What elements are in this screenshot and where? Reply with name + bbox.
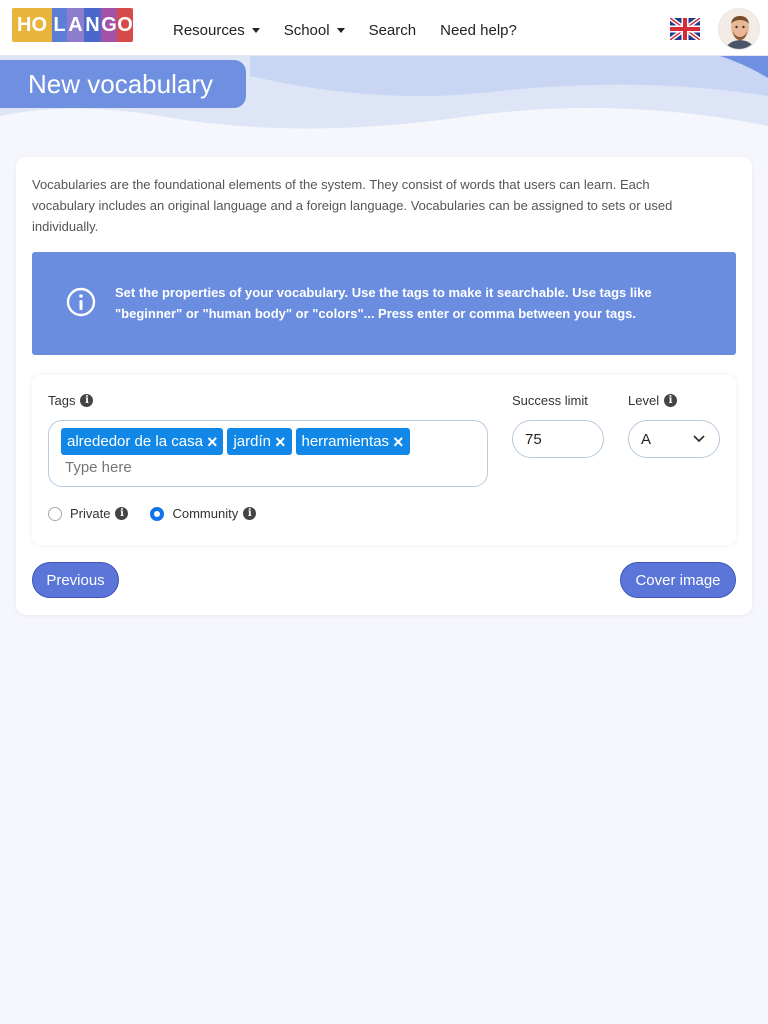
- level-select[interactable]: A: [628, 420, 720, 458]
- info-icon[interactable]: i: [80, 394, 94, 407]
- info-alert: Set the properties of your vocabulary. U…: [32, 252, 736, 355]
- nav-need-help-label: Need help?: [440, 22, 517, 39]
- logo-part-2: L: [52, 8, 67, 42]
- nav-search-label: Search: [368, 22, 417, 39]
- radio-community[interactable]: Community i: [150, 506, 257, 521]
- nav-resources[interactable]: Resources: [173, 22, 260, 39]
- tag-chip-label: jardín: [233, 433, 271, 450]
- holango-logo[interactable]: HO L A N G O: [12, 8, 133, 42]
- main-nav: Resources School Search Need help?: [173, 22, 541, 39]
- vocabulary-card: Vocabularies are the foundational elemen…: [16, 157, 752, 615]
- radio-private[interactable]: Private i: [48, 506, 129, 521]
- user-avatar[interactable]: [718, 8, 760, 50]
- logo-part-5: G: [101, 8, 117, 42]
- vocabulary-properties-form: Tags i alrededor de la casa × jardín × h…: [32, 375, 736, 545]
- cover-image-button[interactable]: Cover image: [620, 562, 736, 598]
- success-limit-label-row: Success limit: [512, 393, 588, 408]
- tag-chip-label: alrededor de la casa: [67, 433, 203, 450]
- chevron-down-icon: [693, 435, 705, 443]
- info-circle-icon: [66, 287, 96, 317]
- info-icon[interactable]: i: [243, 507, 257, 520]
- remove-tag-icon[interactable]: ×: [207, 433, 218, 451]
- tag-text-input[interactable]: [65, 459, 365, 476]
- radio-community-circle[interactable]: [150, 506, 165, 521]
- success-limit-input[interactable]: 75: [512, 420, 604, 458]
- level-selected-value: A: [641, 430, 652, 448]
- caret-down-icon: [336, 28, 345, 33]
- logo-part-1: HO: [12, 8, 52, 42]
- previous-button[interactable]: Previous: [32, 562, 119, 598]
- top-navbar: HO L A N G O Resources School Search Nee…: [0, 0, 768, 56]
- success-limit-label: Success limit: [512, 393, 588, 408]
- nav-search[interactable]: Search: [369, 22, 417, 39]
- nav-resources-label: Resources: [173, 22, 245, 39]
- tag-chip: alrededor de la casa ×: [61, 428, 224, 455]
- tag-chips: alrededor de la casa × jardín × herramie…: [61, 428, 475, 455]
- success-limit-value: 75: [525, 430, 542, 448]
- tags-input[interactable]: alrededor de la casa × jardín × herramie…: [48, 420, 488, 487]
- tag-chip: jardín ×: [227, 428, 292, 455]
- radio-private-label: Private: [70, 506, 111, 521]
- logo-part-6: O: [117, 8, 133, 42]
- info-icon[interactable]: i: [664, 394, 678, 407]
- caret-down-icon: [251, 28, 260, 33]
- nav-school-label: School: [283, 22, 330, 39]
- tags-label-row: Tags i: [48, 393, 94, 408]
- tag-chip-label: herramientas: [301, 433, 390, 450]
- level-label-row: Level i: [628, 393, 678, 408]
- info-icon[interactable]: i: [115, 507, 129, 520]
- page-title: New vocabulary: [0, 60, 246, 108]
- tags-label: Tags: [48, 393, 76, 408]
- radio-community-label: Community: [172, 506, 239, 521]
- visibility-radio-group: Private i Community i: [48, 506, 278, 521]
- info-text: Set the properties of your vocabulary. U…: [115, 285, 652, 321]
- logo-part-3: A: [67, 8, 84, 42]
- uk-flag-icon[interactable]: [670, 18, 700, 40]
- intro-text: Vocabularies are the foundational elemen…: [32, 177, 673, 234]
- avatar-icon: [719, 9, 759, 49]
- radio-private-circle[interactable]: [48, 506, 62, 521]
- remove-tag-icon[interactable]: ×: [275, 433, 286, 451]
- level-label: Level: [628, 393, 660, 408]
- nav-need-help[interactable]: Need help?: [440, 22, 517, 39]
- tag-chip: herramientas ×: [295, 428, 410, 455]
- nav-school[interactable]: School: [284, 22, 345, 39]
- logo-part-4: N: [84, 8, 101, 42]
- remove-tag-icon[interactable]: ×: [393, 433, 404, 451]
